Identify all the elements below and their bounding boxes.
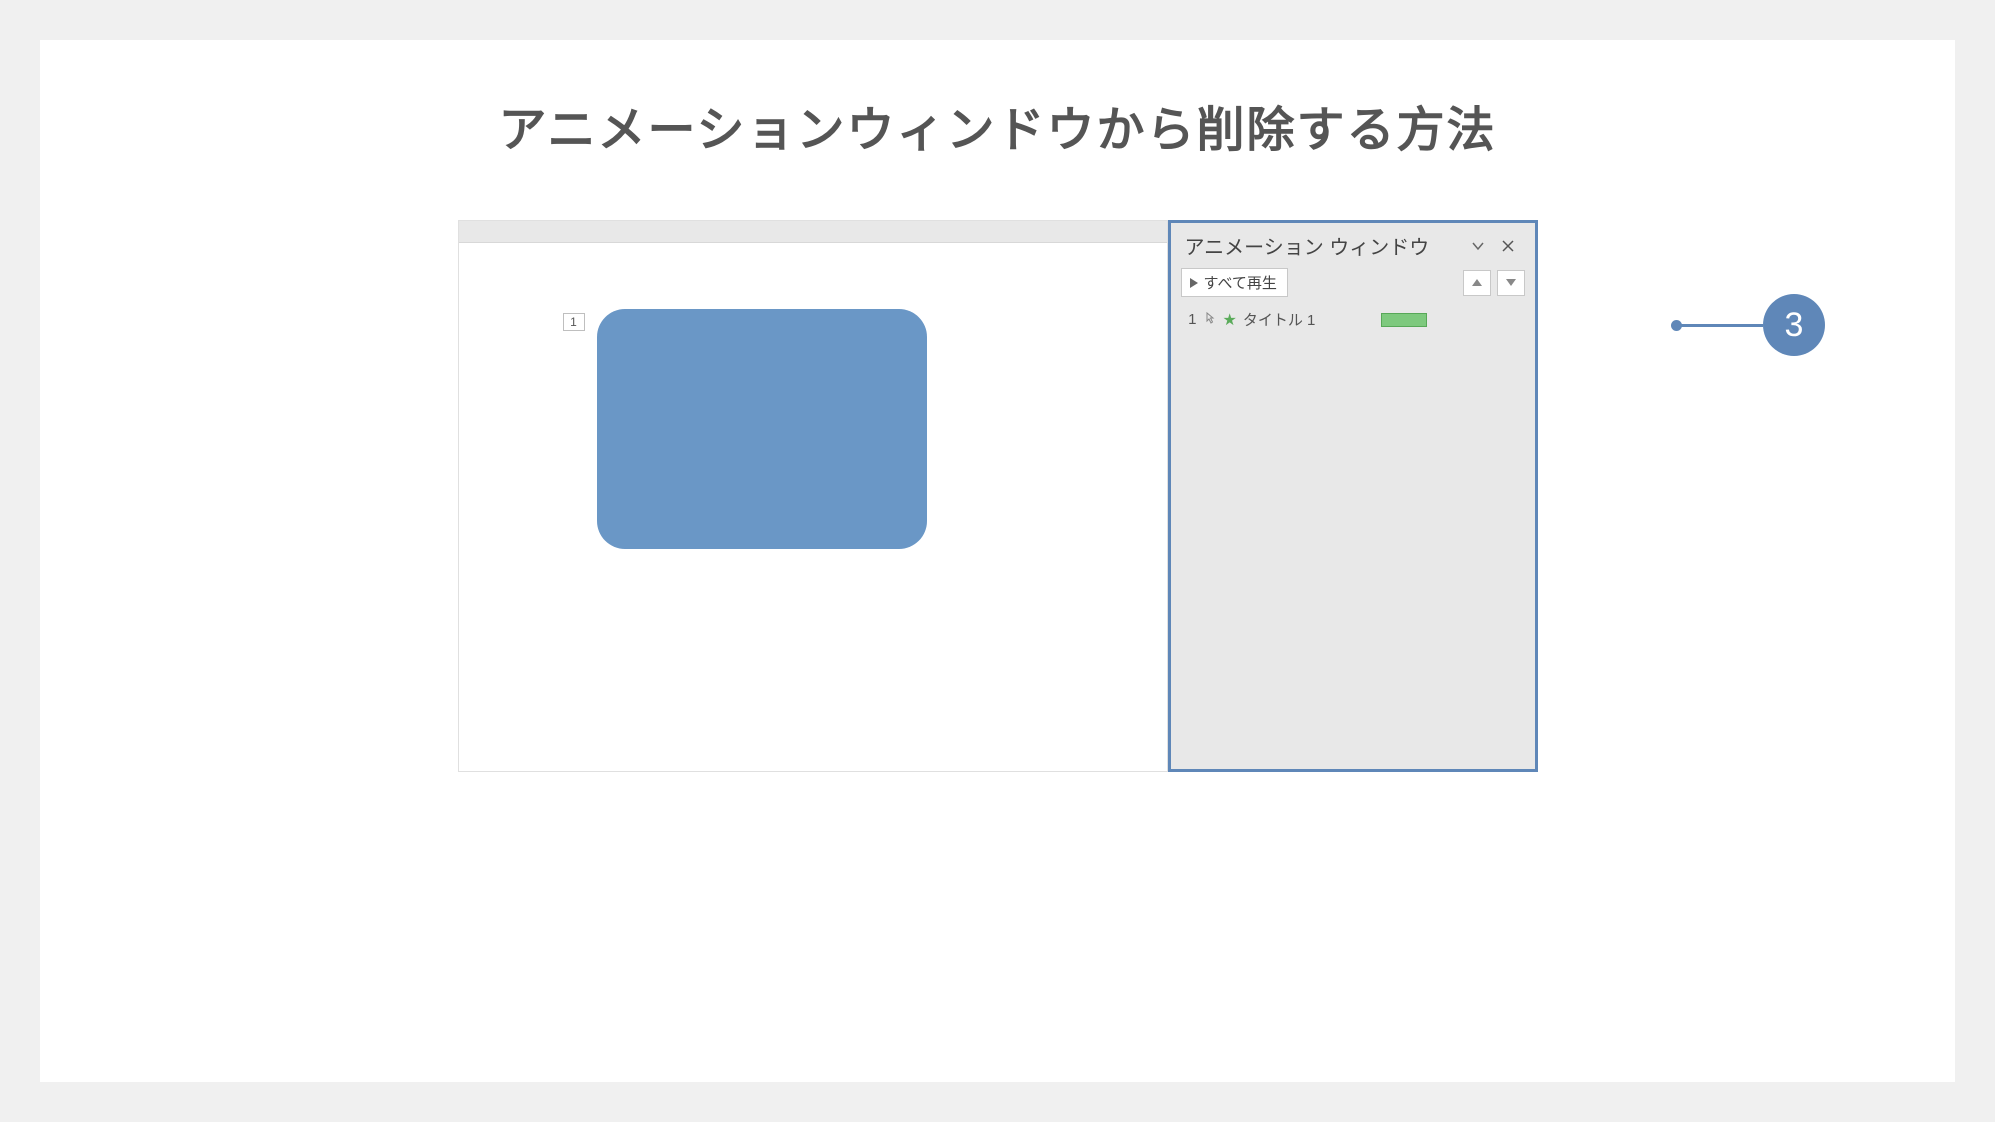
page-title: アニメーションウィンドウから削除する方法 xyxy=(120,90,1875,160)
animation-item[interactable]: 1 ★ タイトル 1 xyxy=(1181,307,1525,332)
animation-pane-header: アニメーション ウィンドウ xyxy=(1171,223,1535,264)
animation-order-tag[interactable]: 1 xyxy=(563,313,585,331)
play-all-label: すべて再生 xyxy=(1204,272,1277,293)
workspace: 1 アニメーション ウィンドウ xyxy=(458,220,1538,772)
page-root: アニメーションウィンドウから削除する方法 1 アニメーション ウィンドウ xyxy=(0,0,1995,1122)
step-number-badge: 3 xyxy=(1763,294,1825,356)
slide-canvas[interactable]: 1 xyxy=(459,243,1167,771)
animation-item-index: 1 xyxy=(1185,311,1197,328)
animation-item-label: タイトル 1 xyxy=(1243,309,1316,330)
animation-pane: アニメーション ウィンドウ すべて再生 xyxy=(1168,220,1538,772)
move-up-button[interactable] xyxy=(1463,270,1491,296)
entrance-effect-icon: ★ xyxy=(1223,310,1237,330)
collapse-icon[interactable] xyxy=(1463,234,1493,258)
slide-toolbar-placeholder xyxy=(459,221,1167,243)
step-callout: 3 xyxy=(1677,294,1825,356)
close-icon[interactable] xyxy=(1493,234,1523,258)
slide-area: 1 xyxy=(458,220,1168,772)
animation-timeline-bar[interactable] xyxy=(1381,313,1427,327)
animation-list: 1 ★ タイトル 1 xyxy=(1171,305,1535,334)
rounded-rectangle-shape[interactable] xyxy=(597,309,927,549)
on-click-trigger-icon xyxy=(1203,311,1217,328)
move-down-button[interactable] xyxy=(1497,270,1525,296)
animation-pane-controls: すべて再生 xyxy=(1171,264,1535,305)
content-card: アニメーションウィンドウから削除する方法 1 アニメーション ウィンドウ xyxy=(40,40,1955,1082)
animation-pane-title: アニメーション ウィンドウ xyxy=(1185,231,1430,260)
play-icon xyxy=(1190,278,1198,288)
chevron-down-icon xyxy=(1506,279,1516,286)
chevron-up-icon xyxy=(1472,279,1482,286)
play-all-button[interactable]: すべて再生 xyxy=(1181,268,1288,297)
callout-line xyxy=(1677,324,1763,327)
